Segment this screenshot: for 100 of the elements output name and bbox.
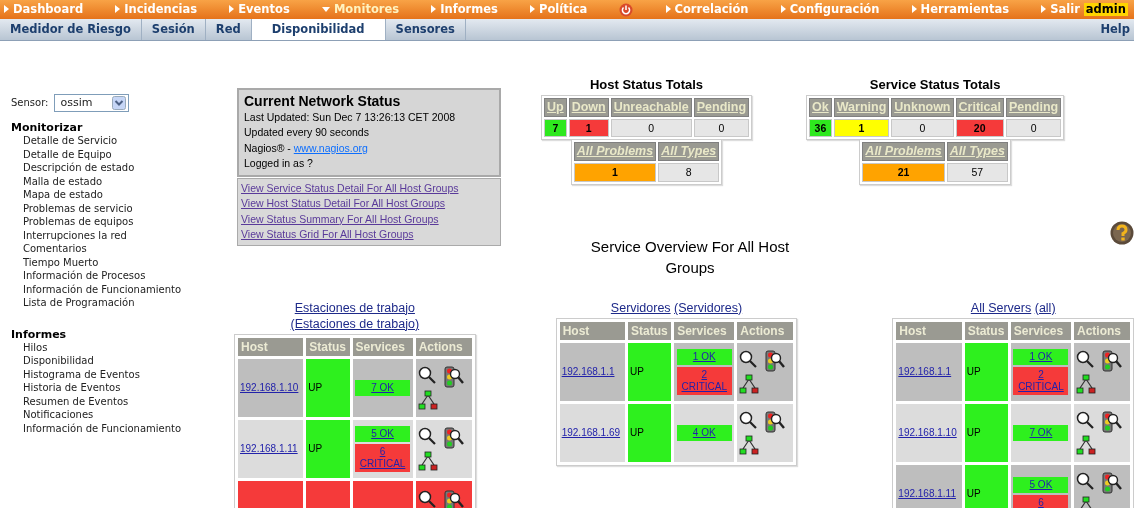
service-count-link[interactable]: 7 OK xyxy=(1013,425,1069,442)
network-tree-icon[interactable] xyxy=(739,374,760,395)
view-link[interactable]: View Service Status Detail For All Host Groups xyxy=(241,180,497,197)
service-count-link[interactable]: 1 OK xyxy=(1013,349,1069,366)
sidebar-link[interactable]: Información de Funcionamiento xyxy=(11,421,230,436)
tab[interactable]: Red xyxy=(205,19,252,40)
search-icon[interactable] xyxy=(417,490,436,508)
sidebar-link[interactable]: Interrupciones la red xyxy=(11,228,230,243)
column-header: Status xyxy=(628,321,672,341)
sidebar-link[interactable]: Hilos xyxy=(11,340,230,355)
sidebar-link[interactable]: Resumen de Eventos xyxy=(11,394,230,409)
tab[interactable]: Disponibilidad xyxy=(251,19,386,40)
count-cell: 0 xyxy=(610,118,692,138)
status-cell: UP xyxy=(628,404,672,463)
column-header: Actions xyxy=(737,321,794,341)
tab[interactable]: Sensores xyxy=(385,19,466,40)
traffic-light-icon[interactable] xyxy=(1100,472,1122,495)
view-link[interactable]: View Status Grid For All Host Groups xyxy=(241,227,497,243)
sidebar-link[interactable]: Información de Procesos xyxy=(11,269,230,283)
tab[interactable]: Sesión xyxy=(141,19,206,40)
host-link[interactable]: 192.168.1.1 xyxy=(561,366,615,378)
sidebar-link[interactable]: Lista de Programación xyxy=(11,296,230,310)
traffic-light-icon[interactable] xyxy=(1100,411,1122,434)
service-count-link[interactable]: 4 OK xyxy=(676,425,732,442)
sidebar-link[interactable]: Mapa de estado xyxy=(11,188,230,202)
count-cell: 57 xyxy=(946,163,1008,182)
field-label: Sensor: xyxy=(11,97,49,109)
host-link[interactable]: 192.168.1.11 xyxy=(240,443,298,455)
service-count-link[interactable]: 5 OK xyxy=(1013,477,1069,494)
network-tree-icon[interactable] xyxy=(1076,374,1096,395)
search-icon[interactable] xyxy=(1076,472,1094,491)
sidebar-link[interactable]: Tiempo Muerto xyxy=(11,255,230,270)
network-tree-icon[interactable] xyxy=(739,435,760,456)
group-link[interactable]: Servidores xyxy=(610,300,671,315)
sidebar-link[interactable]: Disponibilidad xyxy=(11,354,230,368)
host-link[interactable]: 192.168.1.10 xyxy=(898,427,957,439)
sidebar-link[interactable]: Información de Funcionamiento xyxy=(11,282,230,297)
group-link[interactable]: Estaciones de trabajo xyxy=(294,300,415,315)
sensor-dropdown[interactable]: ossim xyxy=(54,94,130,112)
sidebar-link[interactable]: Historia de Eventos xyxy=(11,381,230,395)
arrow-icon xyxy=(4,5,9,14)
traffic-light-icon[interactable] xyxy=(441,490,464,508)
sidebar-link[interactable]: Notificaciones xyxy=(11,408,230,422)
traffic-light-icon[interactable] xyxy=(441,366,464,389)
sidebar-link[interactable]: Problemas de servicio xyxy=(11,201,230,216)
column-header: Status xyxy=(964,321,1008,341)
count-cell: 7 xyxy=(544,118,567,138)
traffic-light-icon[interactable] xyxy=(1100,350,1122,373)
traffic-light-icon[interactable] xyxy=(441,427,464,450)
tab[interactable]: Medidor de Riesgo xyxy=(0,19,142,40)
view-link[interactable]: View Status Summary For All Host Groups xyxy=(241,211,497,228)
sidebar-link[interactable]: Problemas de equipos xyxy=(11,215,230,229)
column-header: Services xyxy=(1010,321,1071,341)
host-link[interactable]: 192.168.1.10 xyxy=(240,382,299,394)
search-icon[interactable] xyxy=(739,350,758,369)
column-header: Services xyxy=(352,337,413,357)
group-link[interactable]: All Servers xyxy=(970,300,1032,315)
search-icon[interactable] xyxy=(1076,411,1094,430)
section-heading: Monitorizar xyxy=(11,121,84,135)
service-count-link[interactable]: 1 OK xyxy=(676,349,732,366)
arrow-icon xyxy=(1041,5,1047,14)
network-tree-icon[interactable] xyxy=(417,390,438,411)
sidebar-link[interactable]: Histograma de Eventos xyxy=(11,367,230,382)
status-cell: UP xyxy=(964,404,1008,463)
search-icon[interactable] xyxy=(1076,350,1094,369)
view-link[interactable]: View Host Status Detail For All Host Groups xyxy=(241,196,497,212)
count-cell: 1 xyxy=(568,118,609,138)
column-header: Status xyxy=(306,337,350,357)
column-header: Services xyxy=(674,321,735,341)
credit-text: Nagios® - www.nagios.org xyxy=(244,140,369,156)
group-alias-link[interactable]: (all) xyxy=(1034,300,1056,315)
group-alias-link[interactable]: (Servidores) xyxy=(674,300,743,315)
search-icon[interactable] xyxy=(417,427,436,446)
count-cell: 0 xyxy=(891,118,954,138)
column-header: Actions xyxy=(1074,321,1130,341)
column-header: Host xyxy=(238,337,304,357)
sidebar-link[interactable]: Descripción de estado xyxy=(11,161,230,175)
power-icon[interactable] xyxy=(619,2,634,17)
sidebar-link[interactable]: Detalle de Equipo xyxy=(11,147,230,162)
traffic-light-icon[interactable] xyxy=(763,411,786,434)
search-icon[interactable] xyxy=(417,366,436,385)
sidebar-link[interactable]: Comentarios xyxy=(11,242,230,256)
host-link[interactable]: 192.168.1.69 xyxy=(561,427,621,439)
panel-title: Current Network Status xyxy=(244,93,402,110)
section-heading: Informes xyxy=(11,327,68,341)
network-tree-icon[interactable] xyxy=(417,451,438,472)
arrow-icon xyxy=(911,5,917,14)
traffic-light-icon[interactable] xyxy=(763,350,786,373)
help-link[interactable]: Help xyxy=(1100,19,1134,40)
search-icon[interactable] xyxy=(739,411,758,430)
sidebar-link[interactable]: Detalle de Servicio xyxy=(11,134,230,148)
service-count-link[interactable]: 5 OK xyxy=(355,426,411,443)
help-icon[interactable] xyxy=(1110,221,1134,245)
group-alias-link[interactable]: (Estaciones de trabajo) xyxy=(290,316,420,331)
host-link[interactable]: 192.168.1.1 xyxy=(898,366,952,378)
network-tree-icon[interactable] xyxy=(1076,435,1096,456)
service-count-link[interactable]: 7 OK xyxy=(355,380,411,397)
sidebar-link[interactable]: Malla de estado xyxy=(11,174,230,189)
count-cell: 21 xyxy=(862,163,945,182)
count-cell: 1 xyxy=(833,118,890,138)
